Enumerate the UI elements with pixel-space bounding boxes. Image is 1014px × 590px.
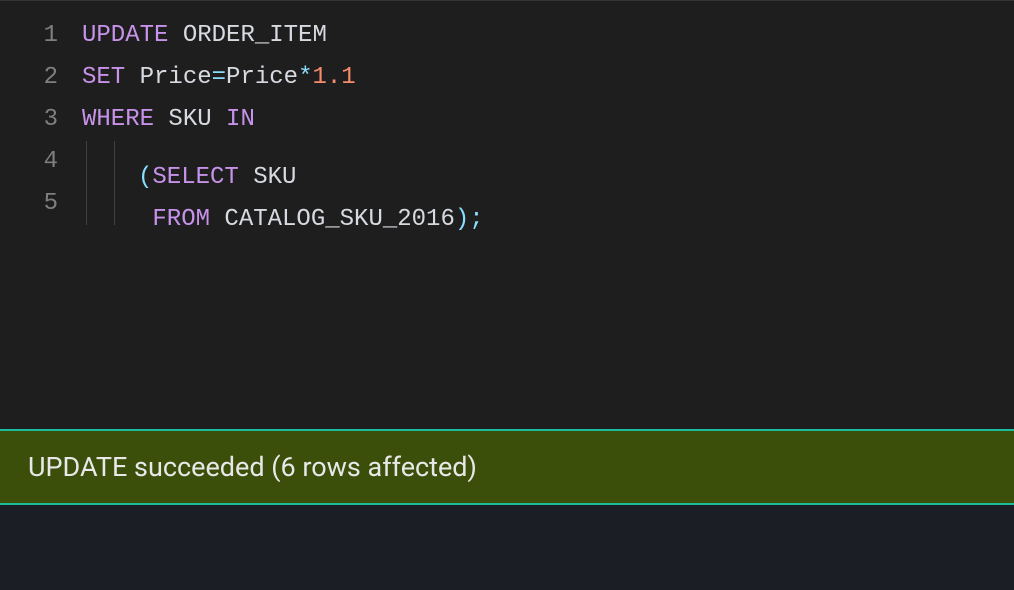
token: *: [298, 64, 312, 91]
code-content[interactable]: WHERE SKU IN: [82, 99, 255, 141]
token: IN: [226, 106, 255, 133]
token: ORDER_ITEM: [183, 22, 327, 49]
token: WHERE: [82, 106, 154, 133]
token: Price: [226, 64, 298, 91]
token: SET: [82, 64, 125, 91]
sql-editor-pane: 1UPDATE ORDER_ITEM2SET Price=Price*1.13W…: [0, 0, 1014, 590]
status-message: UPDATE succeeded (6 rows affected): [28, 451, 477, 483]
code-editor[interactable]: 1UPDATE ORDER_ITEM2SET Price=Price*1.13W…: [0, 1, 1014, 225]
line-number: 1: [0, 15, 82, 57]
code-line[interactable]: 1UPDATE ORDER_ITEM: [0, 15, 1014, 57]
token: [125, 64, 139, 91]
code-content[interactable]: UPDATE ORDER_ITEM: [82, 15, 327, 57]
token: UPDATE: [82, 22, 168, 49]
line-number: 5: [0, 183, 82, 225]
code-line[interactable]: 3WHERE SKU IN: [0, 99, 1014, 141]
editor-empty-space[interactable]: [0, 225, 1014, 429]
indent-guides: [82, 183, 138, 225]
line-number: 2: [0, 57, 82, 99]
code-line[interactable]: 4(SELECT SKU: [0, 141, 1014, 183]
code-line[interactable]: 2SET Price=Price*1.1: [0, 57, 1014, 99]
token: [168, 22, 182, 49]
line-number: 4: [0, 141, 82, 183]
results-panel[interactable]: [0, 505, 1014, 590]
token: 1.1: [312, 64, 355, 91]
token: SKU: [168, 106, 211, 133]
token: [154, 106, 168, 133]
token: =: [212, 64, 226, 91]
indent-guides: [82, 141, 138, 183]
token: Price: [140, 64, 212, 91]
line-number: 3: [0, 99, 82, 141]
code-content[interactable]: SET Price=Price*1.1: [82, 57, 356, 99]
status-bar: UPDATE succeeded (6 rows affected): [0, 429, 1014, 505]
code-line[interactable]: 5 FROM CATALOG_SKU_2016);: [0, 183, 1014, 225]
token: [212, 106, 226, 133]
